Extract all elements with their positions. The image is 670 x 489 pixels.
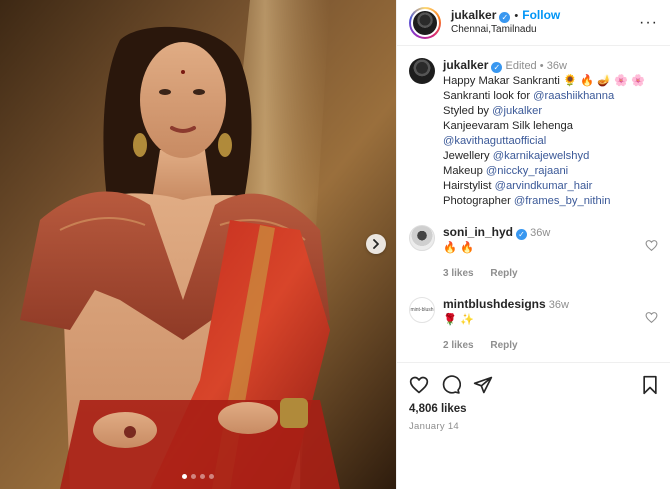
share-icon: [473, 376, 493, 394]
commenter-username[interactable]: soni_in_hyd: [443, 225, 513, 239]
next-slide-button[interactable]: [366, 234, 386, 254]
post-photo: [0, 0, 396, 489]
comments-section: jukalker ✓ Edited • 36w Happy Makar Sankr…: [397, 46, 670, 353]
caption-text: Hairstylist: [443, 180, 495, 192]
comment-time[interactable]: 36w: [549, 299, 569, 311]
post-media[interactable]: [0, 0, 396, 489]
mention-link[interactable]: @kavithaguttaofficial: [443, 135, 546, 147]
post-header: jukalker ✓ • Follow Chennai,Tamilnadu ···: [397, 0, 670, 46]
post-panel: jukalker ✓ • Follow Chennai,Tamilnadu ··· j…: [396, 0, 670, 489]
action-bar: [409, 373, 659, 397]
post-date[interactable]: January 14: [409, 421, 659, 432]
comment-icon: [442, 375, 461, 394]
save-button[interactable]: [641, 375, 659, 395]
mention-link[interactable]: @arvindkumar_hair: [495, 180, 593, 192]
comment-text: 🔥 🔥: [443, 242, 474, 254]
comment-time[interactable]: 36w: [530, 227, 550, 239]
caption-avatar[interactable]: [409, 58, 435, 84]
avatar-logo-text: mint-blush: [410, 307, 434, 313]
reply-button[interactable]: Reply: [490, 268, 517, 279]
bookmark-icon: [643, 375, 657, 395]
reply-button[interactable]: Reply: [490, 340, 517, 351]
comment-likes[interactable]: 2 likes: [443, 340, 474, 351]
caption-text: Styled by: [443, 105, 493, 117]
mention-link[interactable]: @niccky_rajaani: [486, 165, 568, 177]
carousel-indicator: [0, 474, 396, 479]
caption-text: Sankranti look for: [443, 90, 534, 102]
caption-dot: •: [539, 60, 544, 72]
mention-link[interactable]: @raashiikhanna: [533, 90, 614, 102]
carousel-dot: [191, 474, 196, 479]
verified-icon: ✓: [491, 62, 503, 73]
carousel-dot: [182, 474, 187, 479]
like-button[interactable]: [409, 375, 429, 395]
share-button[interactable]: [473, 375, 493, 395]
chevron-right-icon: [373, 239, 379, 249]
follow-button[interactable]: Follow: [522, 8, 560, 22]
comment-item: soni_in_hyd ✓ 36w 🔥 🔥 3 likes Reply: [409, 225, 658, 281]
heart-icon[interactable]: [645, 239, 658, 252]
likes-count[interactable]: 4,806 likes: [409, 403, 659, 415]
commenter-avatar[interactable]: mint-blush: [409, 297, 435, 323]
caption-text: Makeup: [443, 165, 486, 177]
caption-line: Kanjeevaram Silk lehenga: [443, 120, 573, 132]
more-icon[interactable]: ···: [639, 14, 658, 32]
mention-link[interactable]: @jukalker: [492, 105, 542, 117]
post-footer: 4,806 likes January 14: [397, 362, 670, 442]
carousel-dot: [209, 474, 214, 479]
commenter-username[interactable]: mintblushdesigns: [443, 297, 546, 311]
post-modal: jukalker ✓ • Follow Chennai,Tamilnadu ··· j…: [0, 0, 670, 489]
post-location[interactable]: Chennai,Tamilnadu: [451, 24, 560, 37]
comment-likes[interactable]: 3 likes: [443, 268, 474, 279]
comment-item: mint-blush mintblushdesigns 36w 🌹 ✨ 2 li…: [409, 297, 658, 353]
header-separator: •: [514, 10, 519, 23]
comment-text: 🌹 ✨: [443, 314, 474, 326]
mention-link[interactable]: @karnikajewelshyd: [493, 150, 590, 162]
carousel-dot: [200, 474, 205, 479]
caption-username[interactable]: jukalker: [443, 58, 488, 72]
caption-time[interactable]: 36w: [547, 60, 567, 72]
author-username[interactable]: jukalker: [451, 8, 496, 22]
comment-button[interactable]: [441, 375, 461, 395]
caption-text: Photographer: [443, 195, 514, 207]
heart-icon: [409, 376, 429, 394]
caption-line: Happy Makar Sankranti 🌻 🔥 🪔 🌸 🌸: [443, 75, 646, 87]
commenter-avatar[interactable]: [409, 225, 435, 251]
verified-icon: ✓: [516, 229, 528, 240]
mention-link[interactable]: @frames_by_nithin: [514, 195, 611, 207]
verified-icon: ✓: [499, 12, 511, 24]
heart-icon[interactable]: [645, 311, 658, 324]
author-avatar[interactable]: [409, 6, 441, 39]
caption-edited: Edited: [505, 60, 537, 72]
post-caption: jukalker ✓ Edited • 36w Happy Makar Sankr…: [409, 58, 658, 209]
caption-text: Jewellery: [443, 150, 493, 162]
